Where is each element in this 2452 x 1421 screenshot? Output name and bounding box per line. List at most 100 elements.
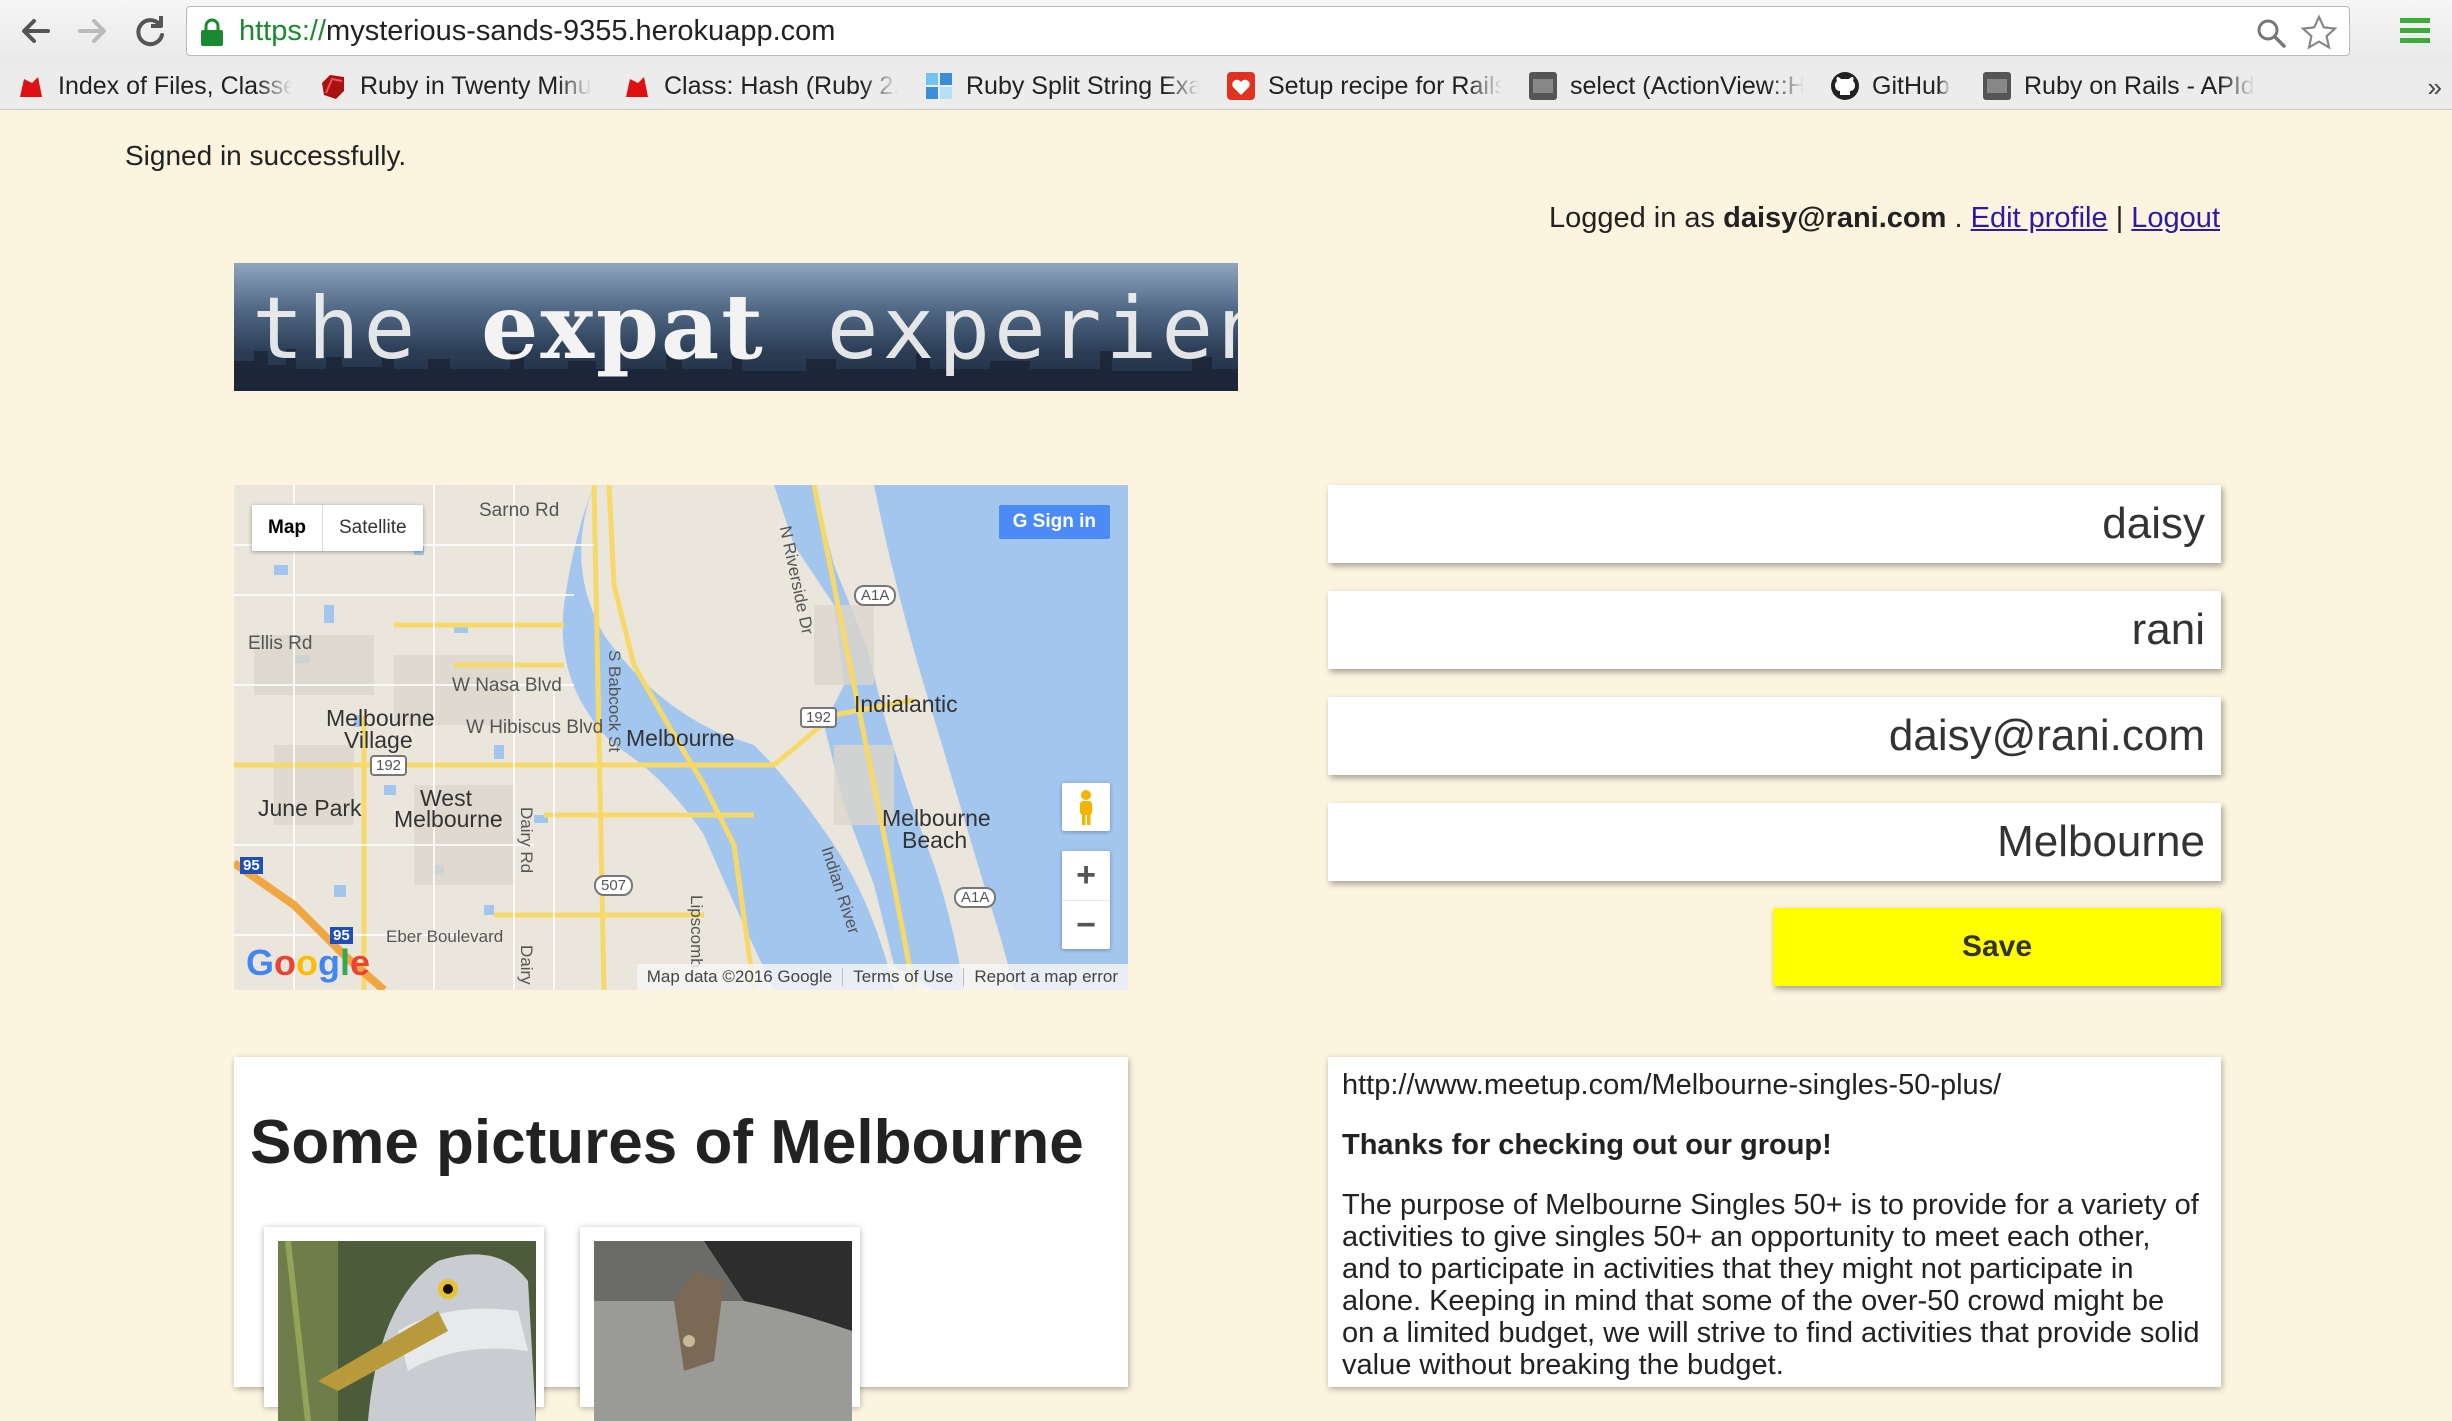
map-type-satellite-button[interactable]: Satellite [323, 505, 423, 551]
map-label-dairy-2: Dairy R [517, 945, 536, 990]
map-label-sarno: Sarno Rd [479, 500, 560, 521]
bookmark-label: Index of Files, Classe [58, 71, 292, 100]
red-ruby-icon [626, 77, 648, 97]
hamburger-menu-icon[interactable] [2398, 14, 2432, 48]
flash-message: Signed in successfully. [125, 140, 407, 171]
email-input[interactable] [1328, 697, 2221, 775]
last-name-field[interactable] [1328, 591, 2221, 669]
bookmark-label: Ruby in Twenty Minu [360, 71, 592, 100]
photo-thumbnail[interactable] [264, 1227, 544, 1421]
reload-button[interactable] [128, 10, 170, 52]
lock-icon [201, 18, 223, 46]
map-label-hibiscus: W Hibiscus Blvd [466, 717, 604, 738]
bookmark-label: select (ActionView::H [1570, 71, 1804, 100]
map-label-west-melbourne-2: Melbourne [394, 806, 503, 832]
banner-title: the expat experience [252, 269, 1238, 381]
meetup-body: The purpose of Melbourne Singles 50+ is … [1342, 1189, 2200, 1381]
map-label-dairy: Dairy Rd [517, 807, 536, 874]
browser-toolbar: https://mysterious-sands-9355.herokuapp.… [0, 0, 2452, 62]
last-name-input[interactable] [1328, 591, 2221, 669]
banner-logo: the expat experience [234, 263, 1238, 391]
google-map[interactable]: Map Satellite G Sign in Sarno Rd Ellis R… [234, 485, 1128, 990]
map-report-error-link[interactable]: Report a map error [964, 967, 1128, 987]
google-g-icon: G [1012, 511, 1033, 532]
bookmark-item[interactable]: Class: Hash (Ruby 2. [622, 69, 898, 103]
street-view-pegman-icon[interactable] [1062, 783, 1110, 831]
map-label-eber: Eber Boulevard [386, 927, 504, 946]
street-photo [594, 1241, 852, 1421]
bookmark-label: Setup recipe for Rails [1268, 71, 1502, 100]
bookmark-item[interactable]: Index of Files, Classe [16, 69, 292, 103]
city-input[interactable] [1328, 803, 2221, 881]
more-bookmarks-chevron-icon[interactable]: » [2428, 72, 2442, 103]
bookmark-item[interactable]: GitHub [1830, 69, 1980, 103]
map-label-lipscomb: Lipscomb [687, 895, 706, 968]
route-shield-192: 192 [800, 707, 838, 728]
google-logo: Google [246, 942, 371, 983]
heart-shield-icon [1227, 72, 1255, 100]
edit-profile-link[interactable]: Edit profile [1971, 202, 2108, 234]
email-field[interactable] [1328, 697, 2221, 775]
route-shield-a1a: A1A [854, 585, 897, 606]
back-button[interactable] [14, 10, 56, 52]
red-ruby-icon [20, 77, 42, 97]
bookmark-star-icon[interactable] [2299, 13, 2339, 53]
map-terms-link[interactable]: Terms of Use [843, 967, 963, 987]
map-label-babcock: S Babcock St [605, 650, 624, 753]
city-field[interactable] [1328, 803, 2221, 881]
save-button[interactable]: Save [1773, 908, 2221, 986]
bookmark-item[interactable]: Ruby in Twenty Minu [318, 69, 594, 103]
map-label-nasa: W Nasa Blvd [452, 675, 562, 696]
google-signin-label: Sign in [1032, 511, 1096, 532]
route-shield-192: 192 [370, 755, 408, 776]
apidock-icon [1529, 72, 1557, 100]
address-bar[interactable]: https://mysterious-sands-9355.herokuapp.… [186, 6, 2350, 56]
meetup-heading: Thanks for checking out our group! [1342, 1129, 1832, 1161]
search-icon[interactable] [2255, 17, 2287, 49]
logged-in-label: Logged in as [1548, 202, 1716, 234]
user-bar: Logged in as daisy@rani.com . Edit profi… [1549, 202, 2220, 235]
map-data-attribution: Map data ©2016 Google [646, 967, 833, 986]
bookmark-label: GitHub [1872, 71, 1950, 100]
apidock-icon [1983, 72, 2011, 100]
heron-photo [278, 1241, 536, 1421]
url-text: https://mysterious-sands-9355.herokuapp.… [239, 15, 835, 48]
bookmark-item[interactable]: Ruby Split String Exa [924, 69, 1200, 103]
meetup-url: http://www.meetup.com/Melbourne-singles-… [1342, 1069, 2002, 1101]
bookmarks-bar: Index of Files, Classe Ruby in Twenty Mi… [0, 62, 2452, 110]
reload-icon [136, 16, 164, 47]
pictures-title: Some pictures of Melbourne [250, 1108, 1084, 1177]
first-name-field[interactable] [1328, 485, 2221, 563]
zoom-in-button[interactable]: + [1062, 851, 1110, 901]
github-icon [1831, 72, 1859, 100]
route-shield-507: 507 [594, 875, 634, 896]
first-name-input[interactable] [1328, 485, 2221, 563]
map-type-map-button[interactable]: Map [252, 505, 323, 551]
forward-button[interactable] [72, 10, 114, 52]
bookmark-item[interactable]: Setup recipe for Rails [1226, 69, 1502, 103]
forward-arrow-icon [78, 19, 106, 43]
banner-expat: expat [481, 274, 765, 380]
separator-dot: . [1954, 202, 1963, 234]
map-label-melbourne-village-2: Village [344, 727, 413, 753]
banner-the: the [252, 279, 420, 379]
url-host: mysterious-sands-9355.herokuapp.com [326, 15, 836, 47]
map-label-melbourne-beach-2: Beach [902, 827, 968, 853]
logout-link[interactable]: Logout [2131, 202, 2220, 234]
user-email: daisy@rani.com [1723, 202, 1947, 234]
map-label-indialantic: Indialantic [854, 691, 958, 717]
bookmark-label: Class: Hash (Ruby 2. [664, 71, 898, 100]
blue-squares-icon [926, 73, 952, 99]
google-signin-button[interactable]: G Sign in [998, 505, 1110, 539]
separator-pipe: | [2115, 202, 2124, 234]
bookmark-item[interactable]: select (ActionView::H [1528, 69, 1804, 103]
banner-experience: experience [826, 279, 1238, 379]
route-shield-i95: 95 [240, 857, 263, 874]
photo-thumbnail[interactable] [580, 1227, 860, 1421]
zoom-out-button[interactable]: − [1062, 901, 1110, 950]
bookmark-item[interactable]: Ruby on Rails - APId [1982, 69, 2258, 103]
bookmark-label: Ruby on Rails - APId [2024, 71, 2255, 100]
bookmark-label: Ruby Split String Exa [966, 71, 1200, 100]
map-label-ellis: Ellis Rd [248, 633, 313, 654]
pictures-card: Some pictures of Melbourne [234, 1057, 1128, 1421]
